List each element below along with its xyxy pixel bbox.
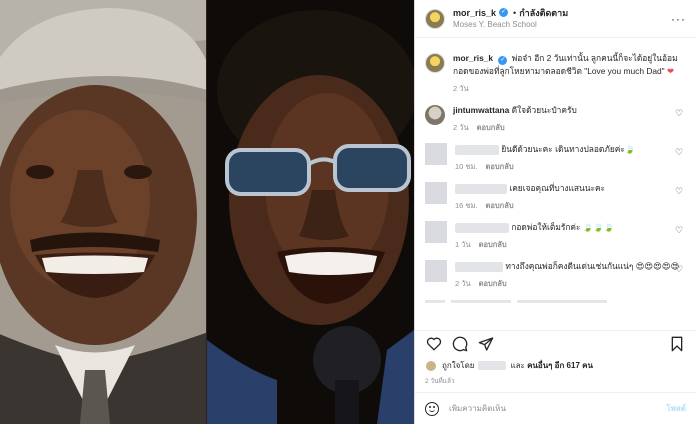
comment-body: jintumwattana ดีใจด้วยนะป๋าครับ 2 วัน ตอบ… <box>453 104 686 134</box>
post-media[interactable] <box>0 0 414 424</box>
commenter-avatar-blurred[interactable] <box>425 182 447 204</box>
commenter-avatar-blurred[interactable] <box>425 143 447 165</box>
separator-dot: • <box>513 7 517 18</box>
comment-meta: 1 วัน ตอบกลับ <box>455 239 686 251</box>
reply-button[interactable]: ตอบกลับ <box>479 279 507 288</box>
caption-time[interactable]: 2 วัน <box>453 84 469 93</box>
bookmark-icon <box>671 336 683 351</box>
comment-body: ทางถึงคุณพ่อก็คงดีนเด่นเช่นกันแน่ๆ 😍😍😍😍😍… <box>455 260 686 290</box>
comment-username-blurred[interactable] <box>455 222 509 233</box>
commenter-avatar-blurred[interactable] <box>425 260 447 282</box>
caption-author-avatar[interactable] <box>425 53 445 73</box>
likes-summary: ถูกใจโดย และ คนอื่นๆ อีก 617 คน <box>425 359 686 372</box>
comment-item: ทางถึงคุณพ่อก็คงดีนเด่นเช่นกันแน่ๆ 😍😍😍😍😍… <box>425 260 686 290</box>
comment-input[interactable] <box>449 404 667 413</box>
comment-icon <box>452 336 468 351</box>
author-username[interactable]: mor_ris_k <box>453 8 496 18</box>
comment-like-heart-icon[interactable]: ♡ <box>675 226 684 235</box>
comment-button[interactable] <box>451 335 469 353</box>
commenter-avatar[interactable] <box>425 105 445 125</box>
more-options-button[interactable]: ··· <box>671 12 686 26</box>
comment-item-partial <box>425 300 686 306</box>
comment-text: เคยเจอคุณที่บางแสนนะคะ <box>509 183 606 193</box>
comment-like-heart-icon[interactable]: ♡ <box>675 265 684 274</box>
comment-meta: 10 ชม. ตอบกลับ <box>455 161 686 173</box>
verified-badge-icon: ✓ <box>499 8 509 18</box>
comment-time[interactable]: 2 วัน <box>453 123 469 132</box>
reply-button[interactable]: ตอบกลับ <box>479 240 507 249</box>
caption-username[interactable]: mor_ris_k <box>453 53 493 63</box>
comment-username-blurred[interactable] <box>455 261 503 272</box>
heart-outline-icon <box>426 337 442 351</box>
post-actions-bar <box>415 330 696 356</box>
comment-username-blurred[interactable] <box>455 144 499 155</box>
reply-button[interactable]: ตอบกลับ <box>486 201 514 210</box>
comment-meta: 2 วัน ตอบกลับ <box>453 122 686 134</box>
add-comment-bar: โพสต์ <box>415 392 696 424</box>
caption-body: mor_ris_k ✓ พ่อจ๋า อีก 2 วันเท่านั้น ลูก… <box>453 52 686 95</box>
partial-text <box>517 300 607 303</box>
photo-recent-portrait <box>207 0 414 424</box>
post-comment-button[interactable]: โพสต์ <box>666 402 686 415</box>
comment-meta: 2 วัน ตอบกลับ <box>455 278 686 290</box>
comment-item: กอดพ่อให้เต็มรักค่ะ 🍃🍃🍃 1 วัน ตอบกลับ ♡ <box>425 221 686 251</box>
comment-meta: 16 ชม. ตอบกลับ <box>455 200 686 212</box>
post-location[interactable]: Moses Y. Beach School <box>453 20 568 29</box>
like-button[interactable] <box>425 335 443 353</box>
comment-time[interactable]: 10 ชม. <box>455 162 478 171</box>
comment-body: เคยเจอคุณที่บางแสนนะคะ 16 ชม. ตอบกลับ <box>455 182 686 212</box>
author-info: mor_ris_k ✓ • กำลังติดตาม Moses Y. Beach… <box>453 8 568 30</box>
post-header: mor_ris_k ✓ • กำลังติดตาม Moses Y. Beach… <box>415 0 696 38</box>
author-line: mor_ris_k ✓ • กำลังติดตาม <box>453 8 568 18</box>
comment-username[interactable]: jintumwattana <box>453 105 509 115</box>
comment-time[interactable]: 1 วัน <box>455 240 471 249</box>
smiley-icon[interactable] <box>425 401 439 416</box>
comment-text: ดีใจด้วยนะป๋าครับ <box>511 105 577 115</box>
comment-item: jintumwattana ดีใจด้วยนะป๋าครับ 2 วัน ตอบ… <box>425 104 686 134</box>
post-caption: mor_ris_k ✓ พ่อจ๋า อีก 2 วันเท่านั้น ลูก… <box>425 52 686 95</box>
portrait-illustration-left <box>0 0 207 424</box>
liker-username-blurred[interactable] <box>478 361 507 370</box>
reply-button[interactable]: ตอบกลับ <box>486 162 514 171</box>
comment-text: ทางถึงคุณพ่อก็คงดีนเด่นเช่นกันแน่ๆ 😍😍😍😍😍 <box>505 261 680 271</box>
post-sidebar: mor_ris_k ✓ • กำลังติดตาม Moses Y. Beach… <box>414 0 696 424</box>
comment-item: เคยเจอคุณที่บางแสนนะคะ 16 ชม. ตอบกลับ ♡ <box>425 182 686 212</box>
photo-older-portrait <box>0 0 207 424</box>
comment-item: ยินดีด้วยนะคะ เดินทางปลอดภัยค่ะ🍃 10 ชม. ต… <box>425 143 686 173</box>
comment-like-heart-icon[interactable]: ♡ <box>675 187 684 196</box>
save-button[interactable] <box>668 335 686 353</box>
following-button[interactable]: กำลังติดตาม <box>519 8 568 18</box>
post-timestamp[interactable]: 2 วันที่แล้ว <box>425 376 455 386</box>
reply-button[interactable]: ตอบกลับ <box>477 123 505 132</box>
comment-username-blurred[interactable] <box>455 183 507 194</box>
comment-like-heart-icon[interactable]: ♡ <box>675 109 684 118</box>
share-button[interactable] <box>477 335 495 353</box>
comment-text: กอดพ่อให้เต็มรักค่ะ 🍃🍃🍃 <box>511 222 615 232</box>
liker-avatar[interactable] <box>425 359 437 372</box>
red-heart-emoji: ❤ <box>667 66 675 76</box>
likes-connector: และ <box>510 361 525 370</box>
comment-body: กอดพ่อให้เต็มรักค่ะ 🍃🍃🍃 1 วัน ตอบกลับ <box>455 221 686 251</box>
comment-time[interactable]: 16 ชม. <box>455 201 478 210</box>
commenter-avatar-blurred[interactable] <box>425 221 447 243</box>
likes-prefix: ถูกใจโดย <box>442 361 475 370</box>
partial-avatar <box>425 300 445 303</box>
instagram-post-modal: mor_ris_k ✓ • กำลังติดตาม Moses Y. Beach… <box>0 0 696 424</box>
comments-list[interactable]: mor_ris_k ✓ พ่อจ๋า อีก 2 วันเท่านั้น ลูก… <box>415 40 696 326</box>
comment-body: ยินดีด้วยนะคะ เดินทางปลอดภัยค่ะ🍃 10 ชม. ต… <box>455 143 686 173</box>
verified-badge-icon: ✓ <box>498 56 508 65</box>
comment-time[interactable]: 2 วัน <box>455 279 471 288</box>
portrait-illustration-right <box>207 0 414 424</box>
paper-plane-icon <box>478 336 494 351</box>
comment-like-heart-icon[interactable]: ♡ <box>675 148 684 157</box>
partial-text <box>451 300 511 303</box>
caption-meta: 2 วัน <box>453 83 686 95</box>
author-avatar[interactable] <box>425 8 445 29</box>
comment-text: ยินดีด้วยนะคะ เดินทางปลอดภัยค่ะ🍃 <box>501 144 636 154</box>
likes-count-link[interactable]: คนอื่นๆ อีก 617 คน <box>527 359 593 372</box>
